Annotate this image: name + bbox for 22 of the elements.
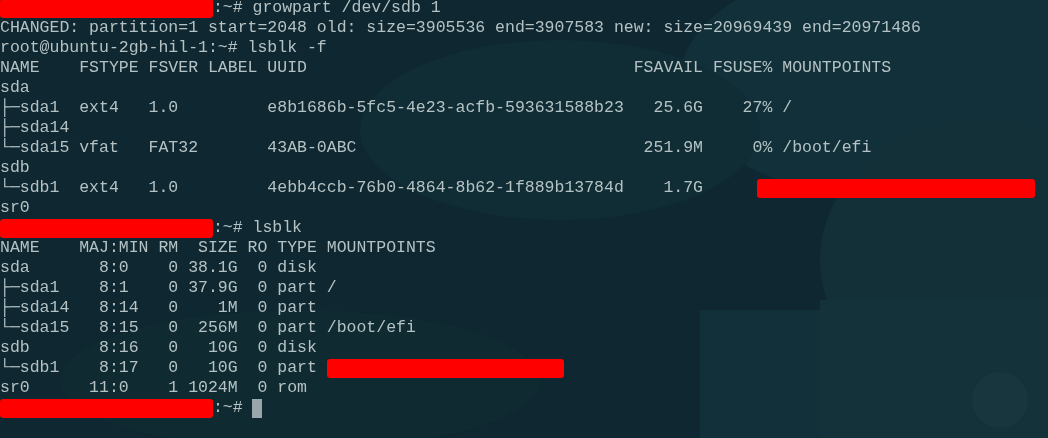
terminal-text: root@ubuntu-2gb-hil-1:~# lsblk -f	[0, 38, 327, 58]
terminal-text: └─sda15 8:15 0 256M 0 part /boot/efi	[0, 318, 416, 338]
terminal-text: :~# lsblk	[212, 218, 302, 238]
text-cursor	[252, 398, 263, 418]
terminal-text: sdb	[0, 158, 30, 178]
terminal-text: :~#	[212, 398, 243, 418]
terminal-text: NAME FSTYPE FSVER LABEL UUID FSAVAIL FSUSE% MOUNTPOINTS	[0, 58, 892, 78]
terminal-text: sda 8:0 0 38.1G 0 disk	[0, 258, 317, 278]
terminal-text: sr0 11:0 1 1024M 0 rom	[0, 378, 307, 398]
terminal-text: └─sdb1 ext4 1.0 4ebb4ccb-76b0-4864-8b62-1f889b13784d 1.7G	[0, 178, 703, 198]
terminal-text: └─sdb1 8:17 0 10G 0 part	[0, 358, 317, 378]
terminal-text: :~# growpart /dev/sdb 1	[212, 0, 441, 18]
terminal-text: CHANGED: partition=1 start=2048 old: size=3905536 end=3907583 new: size=20969439 end=20971486	[0, 18, 921, 38]
terminal-text: NAME MAJ:MIN RM SIZE RO TYPE MOUNTPOINTS	[0, 238, 436, 258]
terminal-text: ├─sda1 ext4 1.0 e8b1686b-5fc5-4e23-acfb-593631588b23 25.6G 27% /	[0, 98, 793, 118]
terminal-text: └─sda15 vfat FAT32 43AB-0ABC 251.9M 0% /boot/efi	[0, 138, 872, 158]
terminal-text: ├─sda14	[0, 118, 70, 138]
terminal-text: ├─sda14 8:14 0 1M 0 part	[0, 298, 317, 318]
terminal-text: sda	[0, 78, 30, 98]
terminal-text: ├─sda1 8:1 0 37.9G 0 part /	[0, 278, 337, 298]
terminal-text: sr0	[0, 198, 30, 218]
terminal-text: sdb 8:16 0 10G 0 disk	[0, 338, 317, 358]
